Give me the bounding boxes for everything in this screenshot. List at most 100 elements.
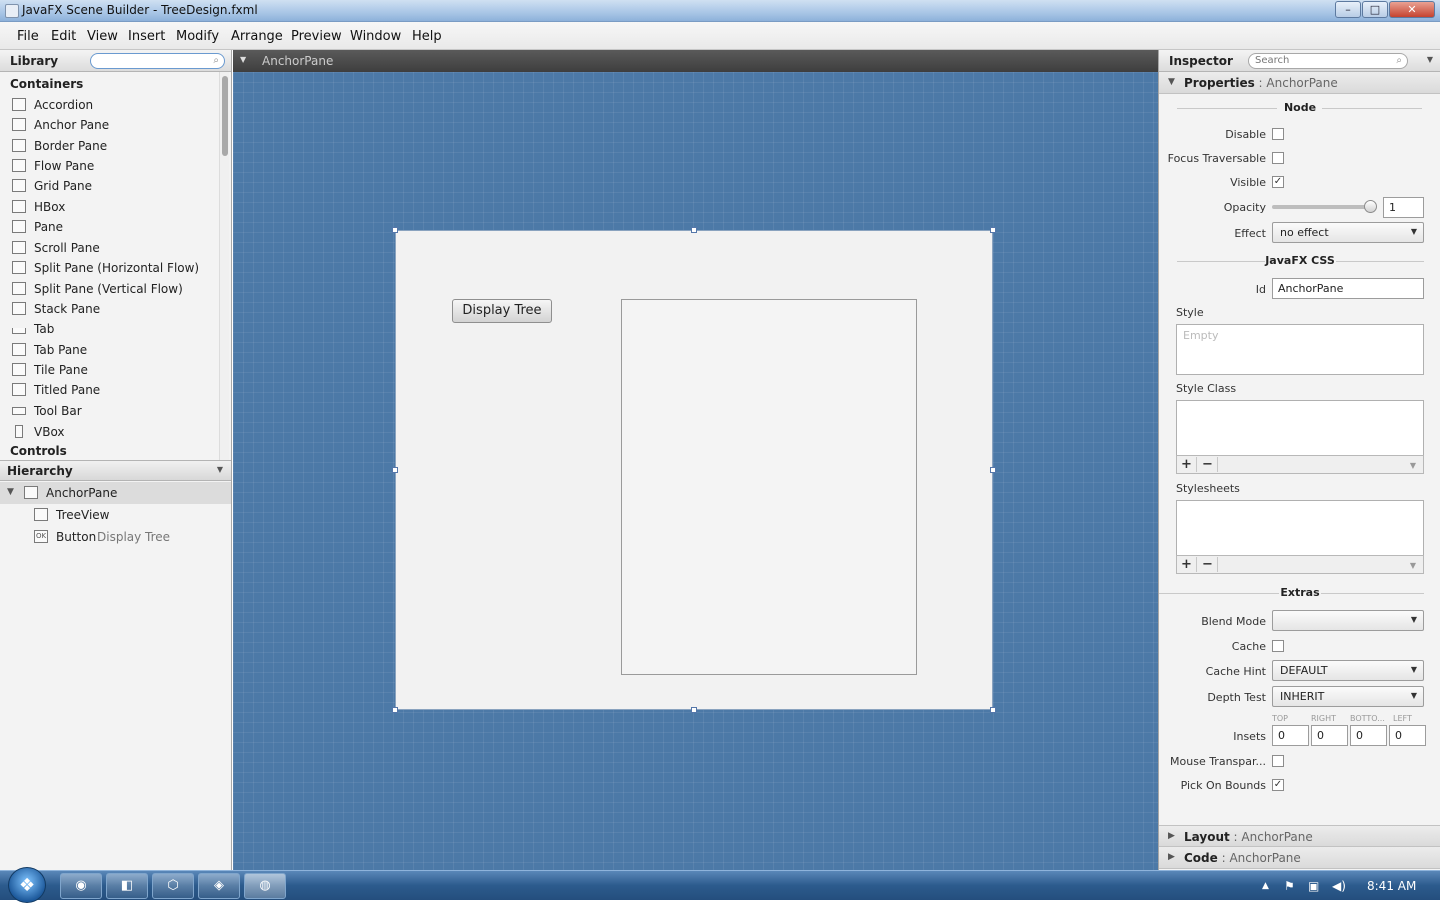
layout-section-header[interactable]: ▶ Layout : AnchorPane [1159, 825, 1440, 847]
pick-on-bounds-checkbox[interactable]: ✓ [1272, 779, 1284, 791]
minimize-button[interactable]: – [1335, 1, 1361, 18]
menu-view[interactable]: View [87, 29, 118, 44]
library-scrollbar[interactable] [219, 72, 229, 460]
chevron-down-icon[interactable]: ▼ [1410, 561, 1416, 570]
taskbar-app-2[interactable]: ◧ [106, 873, 148, 899]
inspector-menu-icon[interactable]: ▼ [1427, 55, 1433, 64]
anchor-pane[interactable]: Display Tree [395, 230, 993, 710]
hierarchy-node-treeview[interactable]: TreeView [0, 504, 231, 526]
inset-left-field[interactable]: 0 [1389, 725, 1426, 746]
menu-modify[interactable]: Modify [176, 29, 219, 44]
library-item-border-pane[interactable]: Border Pane [12, 138, 212, 156]
library-item-vbox[interactable]: VBox [12, 424, 212, 442]
menu-insert[interactable]: Insert [128, 29, 165, 44]
code-section-header[interactable]: ▶ Code : AnchorPane [1159, 847, 1440, 869]
id-field[interactable]: AnchorPane [1272, 278, 1424, 299]
title-bar: JavaFX Scene Builder - TreeDesign.fxml –… [0, 0, 1440, 22]
menu-help[interactable]: Help [412, 29, 442, 44]
volume-icon[interactable]: ◀) [1332, 879, 1346, 893]
library-item-flow-pane[interactable]: Flow Pane [12, 158, 212, 176]
library-item-hbox[interactable]: HBox [12, 199, 212, 217]
inset-bottom-field[interactable]: 0 [1350, 725, 1387, 746]
menu-preview[interactable]: Preview [291, 29, 342, 44]
library-item-tool-bar[interactable]: Tool Bar [12, 403, 212, 421]
focus-traversable-checkbox[interactable] [1272, 152, 1284, 164]
hierarchy-node-anchorpane[interactable]: ▼ AnchorPane [0, 482, 231, 504]
resize-handle-e[interactable] [990, 467, 996, 473]
display-tree-button[interactable]: Display Tree [452, 299, 552, 323]
resize-handle-s[interactable] [691, 707, 697, 713]
taskbar-scene-builder[interactable]: ◍ [244, 873, 286, 899]
library-item-titled-pane[interactable]: Titled Pane [12, 382, 212, 400]
breadcrumb[interactable]: AnchorPane [262, 54, 333, 68]
chevron-down-icon[interactable]: ▼ [1410, 461, 1416, 470]
close-button[interactable]: ✕ [1389, 1, 1435, 18]
menu-arrange[interactable]: Arrange [231, 29, 283, 44]
resize-handle-nw[interactable] [392, 227, 398, 233]
depth-test-combo[interactable]: INHERIT ▼ [1272, 686, 1424, 707]
mouse-transparent-checkbox[interactable] [1272, 755, 1284, 767]
hierarchy-node-button[interactable]: OK Button Display Tree [0, 526, 231, 548]
taskbar-app-4[interactable]: ◈ [198, 873, 240, 899]
remove-style-class-button[interactable]: − [1198, 457, 1218, 472]
add-style-class-button[interactable]: + [1177, 457, 1197, 472]
remove-stylesheet-button[interactable]: − [1198, 557, 1218, 572]
library-item-pane[interactable]: Pane [12, 219, 212, 237]
scrollbar-thumb[interactable] [222, 76, 228, 156]
library-search-input[interactable]: ⌕ [90, 53, 225, 69]
blend-mode-combo[interactable]: ▼ [1272, 610, 1424, 631]
library-item-tile-pane[interactable]: Tile Pane [12, 362, 212, 380]
dropdown-icon[interactable]: ▼ [240, 55, 246, 64]
library-item-tab-pane[interactable]: Tab Pane [12, 342, 212, 360]
library-item-tab[interactable]: Tab [12, 321, 212, 339]
library-item-split-pane-vertical[interactable]: Split Pane (Vertical Flow) [12, 281, 212, 299]
stylesheets-list[interactable] [1176, 500, 1424, 556]
slider-knob[interactable] [1364, 200, 1377, 213]
resize-handle-se[interactable] [990, 707, 996, 713]
clock[interactable]: 8:41 AM [1367, 879, 1416, 893]
add-stylesheet-button[interactable]: + [1177, 557, 1197, 572]
menu-window[interactable]: Window [350, 29, 401, 44]
cache-hint-combo[interactable]: DEFAULT ▼ [1272, 660, 1424, 681]
cache-checkbox[interactable] [1272, 640, 1284, 652]
hierarchy-menu-icon[interactable]: ▼ [217, 465, 223, 474]
inset-right-field[interactable]: 0 [1311, 725, 1348, 746]
design-canvas[interactable]: Display Tree [233, 72, 1158, 870]
library-item-anchor-pane[interactable]: Anchor Pane [12, 117, 212, 135]
library-list: Containers Accordion Anchor Pane Border … [0, 72, 231, 460]
menu-edit[interactable]: Edit [51, 29, 76, 44]
resize-handle-w[interactable] [392, 467, 398, 473]
containers-section[interactable]: Containers [10, 77, 83, 91]
resize-handle-ne[interactable] [990, 227, 996, 233]
maximize-button[interactable]: □ [1362, 1, 1388, 18]
opacity-slider[interactable] [1272, 200, 1377, 213]
controls-section[interactable]: Controls [10, 444, 67, 458]
tree-view[interactable] [621, 299, 917, 675]
library-item-split-pane-horizontal[interactable]: Split Pane (Horizontal Flow) [12, 260, 212, 278]
effect-combo[interactable]: no effect ▼ [1272, 222, 1424, 243]
app-icon [5, 4, 19, 18]
resize-handle-n[interactable] [691, 227, 697, 233]
taskbar-firefox[interactable]: ◉ [60, 873, 102, 899]
library-item-accordion[interactable]: Accordion [12, 97, 212, 115]
visible-label: Visible [1230, 176, 1266, 189]
menu-file[interactable]: File [17, 29, 39, 44]
start-button[interactable]: ❖ [8, 867, 46, 903]
show-hidden-icons-icon[interactable]: ▲ [1262, 881, 1269, 891]
library-item-grid-pane[interactable]: Grid Pane [12, 178, 212, 196]
properties-section-header[interactable]: ▼ Properties : AnchorPane [1159, 72, 1440, 94]
disable-checkbox[interactable] [1272, 128, 1284, 140]
visible-checkbox[interactable]: ✓ [1272, 176, 1284, 188]
expand-icon[interactable]: ▼ [7, 487, 14, 497]
network-icon[interactable]: ▣ [1308, 879, 1319, 893]
resize-handle-sw[interactable] [392, 707, 398, 713]
inset-top-field[interactable]: 0 [1272, 725, 1309, 746]
inspector-search-input[interactable]: Search ⌕ [1248, 53, 1408, 69]
library-item-stack-pane[interactable]: Stack Pane [12, 301, 212, 319]
taskbar-app-3[interactable]: ⬡ [152, 873, 194, 899]
library-item-scroll-pane[interactable]: Scroll Pane [12, 240, 212, 258]
flag-icon[interactable]: ⚑ [1284, 879, 1295, 893]
style-field[interactable]: Empty [1176, 324, 1424, 375]
opacity-field[interactable]: 1 [1383, 197, 1424, 218]
style-class-list[interactable] [1176, 400, 1424, 456]
